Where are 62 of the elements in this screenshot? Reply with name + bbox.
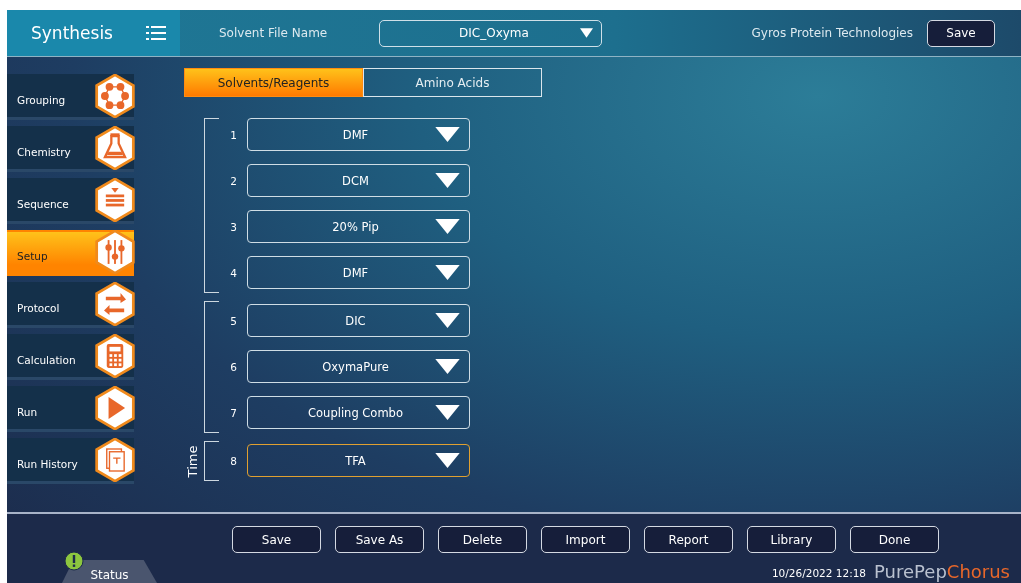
document-stack-icon [94, 437, 136, 482]
play-icon [94, 385, 136, 430]
action-button[interactable]: Import [541, 526, 630, 553]
action-button[interactable]: Library [747, 526, 836, 553]
alert-icon [64, 551, 84, 571]
sidebar-item[interactable]: Run [7, 386, 134, 432]
reagent-dropdown[interactable]: OxymaPure [247, 350, 470, 383]
caret-icon [435, 173, 460, 188]
sidebar-item[interactable]: Protocol [7, 282, 134, 328]
date-time: 10/26/2022 12:18 [771, 567, 867, 579]
reagent-dropdown[interactable]: Coupling Combo [247, 396, 470, 429]
action-button[interactable]: Report [644, 526, 733, 553]
caret-icon [435, 313, 460, 328]
sidebar-item[interactable]: Chemistry [7, 126, 134, 172]
sidebar-item[interactable]: Setup [7, 230, 134, 276]
caret-icon [580, 28, 593, 38]
caret-icon [435, 219, 460, 234]
slot-number: 7 [229, 406, 238, 419]
slot-number: 2 [229, 174, 238, 187]
group-label: Time [185, 445, 201, 477]
action-button[interactable]: Save As [335, 526, 424, 553]
calculator-icon [94, 333, 136, 378]
slot-number: 8 [229, 454, 238, 467]
caret-icon [435, 405, 460, 420]
status-tab[interactable]: Status [62, 560, 157, 583]
action-button[interactable]: Save [232, 526, 321, 553]
sidebar-item[interactable]: Grouping [7, 74, 134, 120]
slot-number: 6 [229, 360, 238, 373]
caret-icon [435, 359, 460, 374]
reagent-dropdown[interactable]: DMF [247, 118, 470, 151]
caret-icon [435, 127, 460, 142]
sidebar-item[interactable]: Calculation [7, 334, 134, 380]
reagent-dropdown[interactable]: DIC [247, 304, 470, 337]
reagent-dropdown[interactable]: TFA [247, 444, 470, 477]
flask-icon [94, 125, 136, 170]
action-button[interactable]: Done [850, 526, 939, 553]
file-name-dropdown[interactable]: DIC_Oxyma [379, 19, 602, 47]
network-icon [94, 73, 136, 118]
reagent-dropdown[interactable]: 20% Pip [247, 210, 470, 243]
sliders-icon [94, 229, 136, 274]
action-button[interactable]: Delete [438, 526, 527, 553]
slot-number: 4 [229, 266, 238, 279]
reagent-dropdown[interactable]: DCM [247, 164, 470, 197]
reagent-dropdown[interactable]: DMF [247, 256, 470, 289]
slot-number: 1 [229, 128, 238, 141]
tab[interactable]: Solvents/Reagents [184, 68, 363, 97]
caret-icon [435, 453, 460, 468]
slot-number: 5 [229, 314, 238, 327]
save-button[interactable]: Save [927, 19, 995, 47]
slot-number: 3 [229, 220, 238, 233]
app-title: Synthesis [31, 23, 113, 43]
tab[interactable]: Amino Acids [363, 68, 542, 97]
brand-logo: PurePepChorus [874, 561, 1010, 582]
layers-icon [94, 177, 136, 222]
group-bracket [204, 441, 219, 481]
caret-icon [435, 265, 460, 280]
menu-icon[interactable] [146, 25, 166, 41]
company-name: Gyros Protein Technologies [751, 26, 913, 40]
swap-arrows-icon [94, 281, 136, 326]
sidebar-item[interactable]: Run History [7, 438, 134, 484]
file-name-label: Solvent File Name [219, 26, 329, 40]
sidebar-item[interactable]: Sequence [7, 178, 134, 224]
